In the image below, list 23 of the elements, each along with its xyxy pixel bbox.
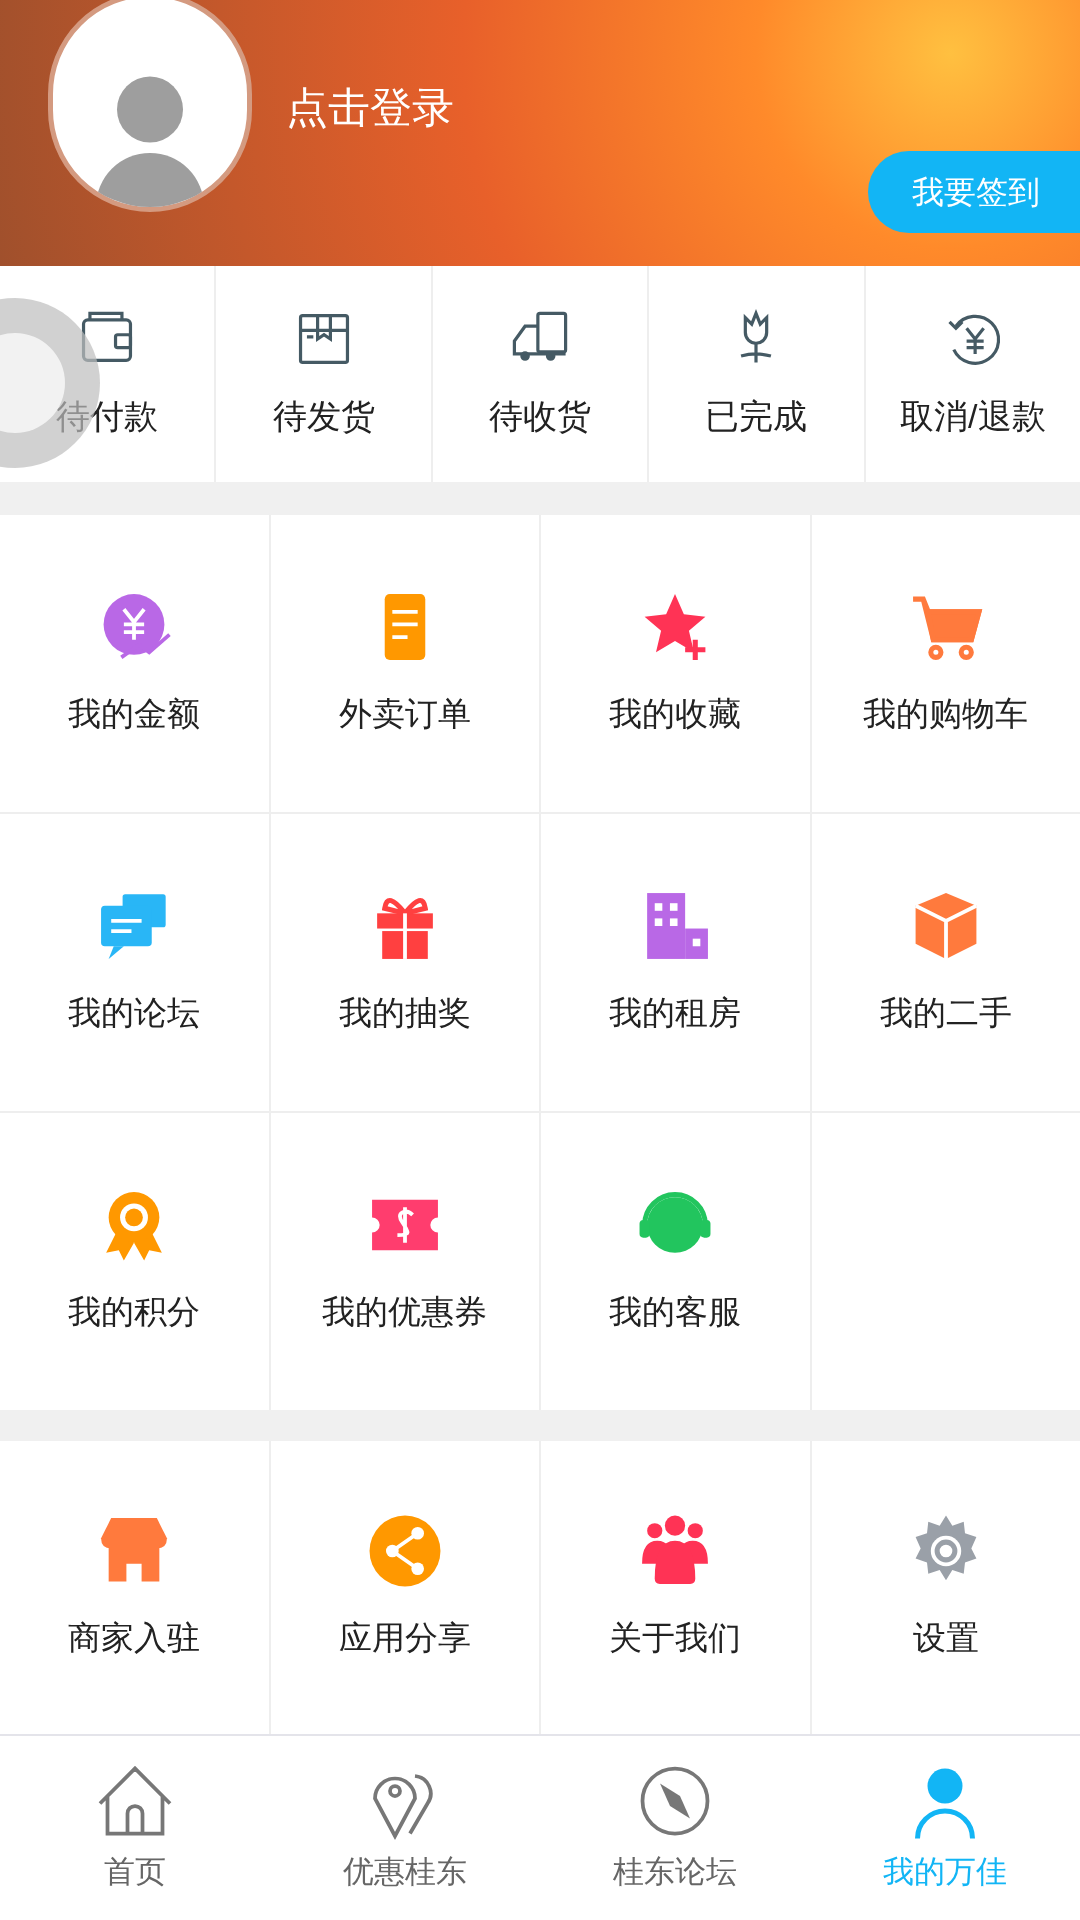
menu-item[interactable]: 我的论坛 [0, 814, 269, 1111]
tab[interactable]: 优惠桂东 [270, 1736, 540, 1920]
menu-item[interactable]: 我的金额 [0, 515, 269, 812]
menu-item[interactable]: 外卖订单 [270, 515, 539, 812]
menu-item[interactable]: 我的抽奖 [270, 814, 539, 1111]
menu-item[interactable]: 我的购物车 [811, 515, 1080, 812]
order-status-item[interactable]: 已完成 [649, 266, 864, 482]
menu-item[interactable]: 应用分享 [270, 1441, 539, 1734]
menu-item[interactable]: 我的二手 [811, 814, 1080, 1111]
tab[interactable]: 桂东论坛 [540, 1736, 810, 1920]
tab[interactable]: 首页 [0, 1736, 270, 1920]
order-status-item[interactable]: 待发货 [216, 266, 431, 482]
menu-item[interactable]: 我的客服 [541, 1113, 810, 1410]
menu-item[interactable]: 设置 [811, 1441, 1080, 1734]
menu-item[interactable]: 我的优惠券 [270, 1113, 539, 1410]
menu-item[interactable]: 我的积分 [0, 1113, 269, 1410]
order-status-item[interactable]: 待收货 [432, 266, 648, 482]
menu-item[interactable]: 关于我们 [541, 1441, 810, 1734]
login-link[interactable]: 点击登录 [286, 76, 454, 139]
order-status-item[interactable]: 取消/退款 [865, 266, 1080, 482]
menu-item[interactable]: 商家入驻 [0, 1441, 269, 1734]
menu-item[interactable]: 我的租房 [541, 814, 810, 1111]
menu-item[interactable]: 我的收藏 [541, 515, 810, 812]
